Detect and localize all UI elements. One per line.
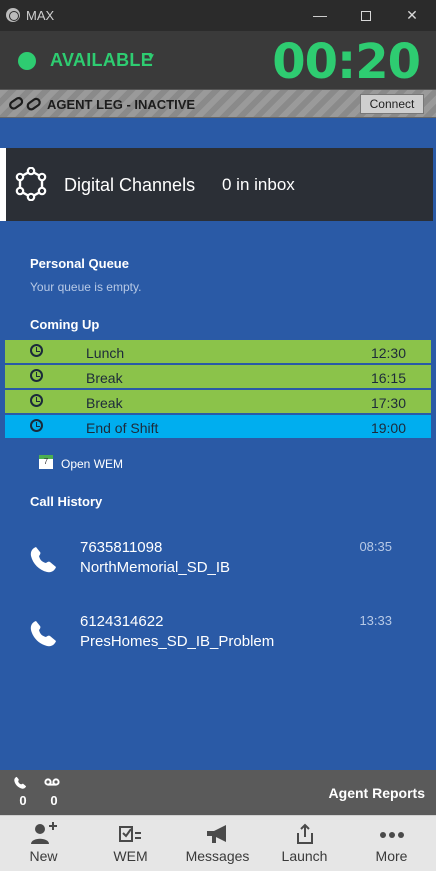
schedule-item-name: End of Shift	[86, 420, 159, 436]
nav-wem-label: WEM	[113, 848, 148, 864]
call-time: 13:33	[359, 613, 392, 628]
caret-down-icon[interactable]: ▼	[146, 52, 156, 63]
window-title: MAX	[26, 8, 55, 23]
digital-channels-title: Digital Channels	[64, 175, 196, 195]
queue-empty-text: Your queue is empty.	[30, 280, 142, 294]
agent-reports-link[interactable]: Agent Reports	[329, 785, 425, 801]
schedule-item-time: 19:00	[370, 420, 406, 436]
schedule-item-name: Break	[86, 395, 123, 411]
nav-more-label: More	[375, 848, 408, 864]
schedule-item: Break 17:30	[5, 390, 431, 414]
bottom-status-bar: 0 0 Agent Reports	[0, 770, 436, 815]
phone-icon	[14, 776, 27, 789]
nav-new[interactable]: New	[0, 816, 87, 871]
add-user-icon	[31, 822, 57, 844]
phone-icon	[30, 621, 56, 647]
schedule-item-name: Break	[86, 370, 123, 386]
digital-channels-panel[interactable]: Digital Channels 0 in inbox	[0, 148, 433, 221]
coming-up-heading: Coming Up	[30, 317, 100, 332]
schedule-item: Lunch 12:30	[5, 340, 431, 364]
megaphone-icon	[207, 825, 226, 843]
close-button[interactable]: ✕	[389, 0, 435, 31]
agent-leg-bar: AGENT LEG - INACTIVE Connect	[0, 90, 436, 118]
call-number: 7635811098	[80, 539, 163, 556]
checklist-icon	[119, 826, 141, 842]
voicemail-count: 0	[50, 793, 58, 808]
schedule-item-time: 17:30	[370, 395, 406, 411]
agent-status-bar: AVAILABLE ▼ 00:20	[0, 31, 436, 90]
state-timer: 00:20	[272, 34, 421, 90]
disconnected-link-icon	[9, 96, 41, 111]
clock-icon	[30, 344, 43, 357]
agent-leg-status: AGENT LEG - INACTIVE	[47, 97, 196, 112]
nav-launch[interactable]: Launch	[261, 816, 348, 871]
call-queue: PresHomes_SD_IB_Problem	[80, 633, 275, 650]
share-icon	[297, 823, 313, 844]
nav-messages-label: Messages	[185, 848, 250, 864]
voicemail-counter[interactable]: 0	[44, 776, 64, 808]
status-indicator-icon	[18, 52, 36, 70]
app-globe-icon	[6, 8, 20, 22]
voicemail-icon	[44, 778, 60, 786]
call-queue: NorthMemorial_SD_IB	[80, 559, 231, 576]
maximize-button[interactable]	[343, 0, 389, 31]
ellipsis-icon	[380, 832, 404, 838]
nav-more[interactable]: More	[348, 816, 435, 871]
inbox-count: 0 in inbox	[222, 175, 295, 194]
call-history-item[interactable]: 6124314622 PresHomes_SD_IB_Problem 13:33	[0, 613, 436, 673]
schedule-item: Break 16:15	[5, 365, 431, 389]
clock-icon	[30, 369, 43, 382]
schedule-item: End of Shift 19:00	[5, 415, 431, 439]
calls-counter[interactable]: 0	[13, 776, 33, 808]
minimize-button[interactable]: —	[297, 0, 343, 31]
nav-messages[interactable]: Messages	[174, 816, 261, 871]
call-number: 6124314622	[80, 613, 164, 630]
call-history-item[interactable]: 7635811098 NorthMemorial_SD_IB 08:35	[0, 539, 436, 599]
clock-icon	[30, 394, 43, 407]
calendar-icon: 7	[39, 455, 53, 469]
call-history-heading: Call History	[30, 494, 103, 509]
nav-wem[interactable]: WEM	[87, 816, 174, 871]
connect-button[interactable]: Connect	[360, 94, 424, 114]
schedule-item-time: 16:15	[370, 370, 406, 386]
open-wem-label: Open WEM	[61, 457, 124, 471]
status-dropdown[interactable]: AVAILABLE	[50, 50, 153, 71]
calls-count: 0	[19, 793, 27, 808]
personal-queue-heading: Personal Queue	[30, 256, 129, 271]
window-titlebar: MAX — ✕	[0, 0, 436, 31]
phone-icon	[30, 547, 56, 573]
nav-new-label: New	[29, 848, 58, 864]
network-nodes-icon	[15, 167, 47, 201]
nav-launch-label: Launch	[281, 848, 328, 864]
call-time: 08:35	[359, 539, 392, 554]
schedule-item-name: Lunch	[86, 345, 125, 361]
clock-icon	[30, 419, 43, 432]
bottom-nav: New WEM Messages Launch More	[0, 815, 436, 871]
schedule-item-time: 12:30	[370, 345, 406, 361]
